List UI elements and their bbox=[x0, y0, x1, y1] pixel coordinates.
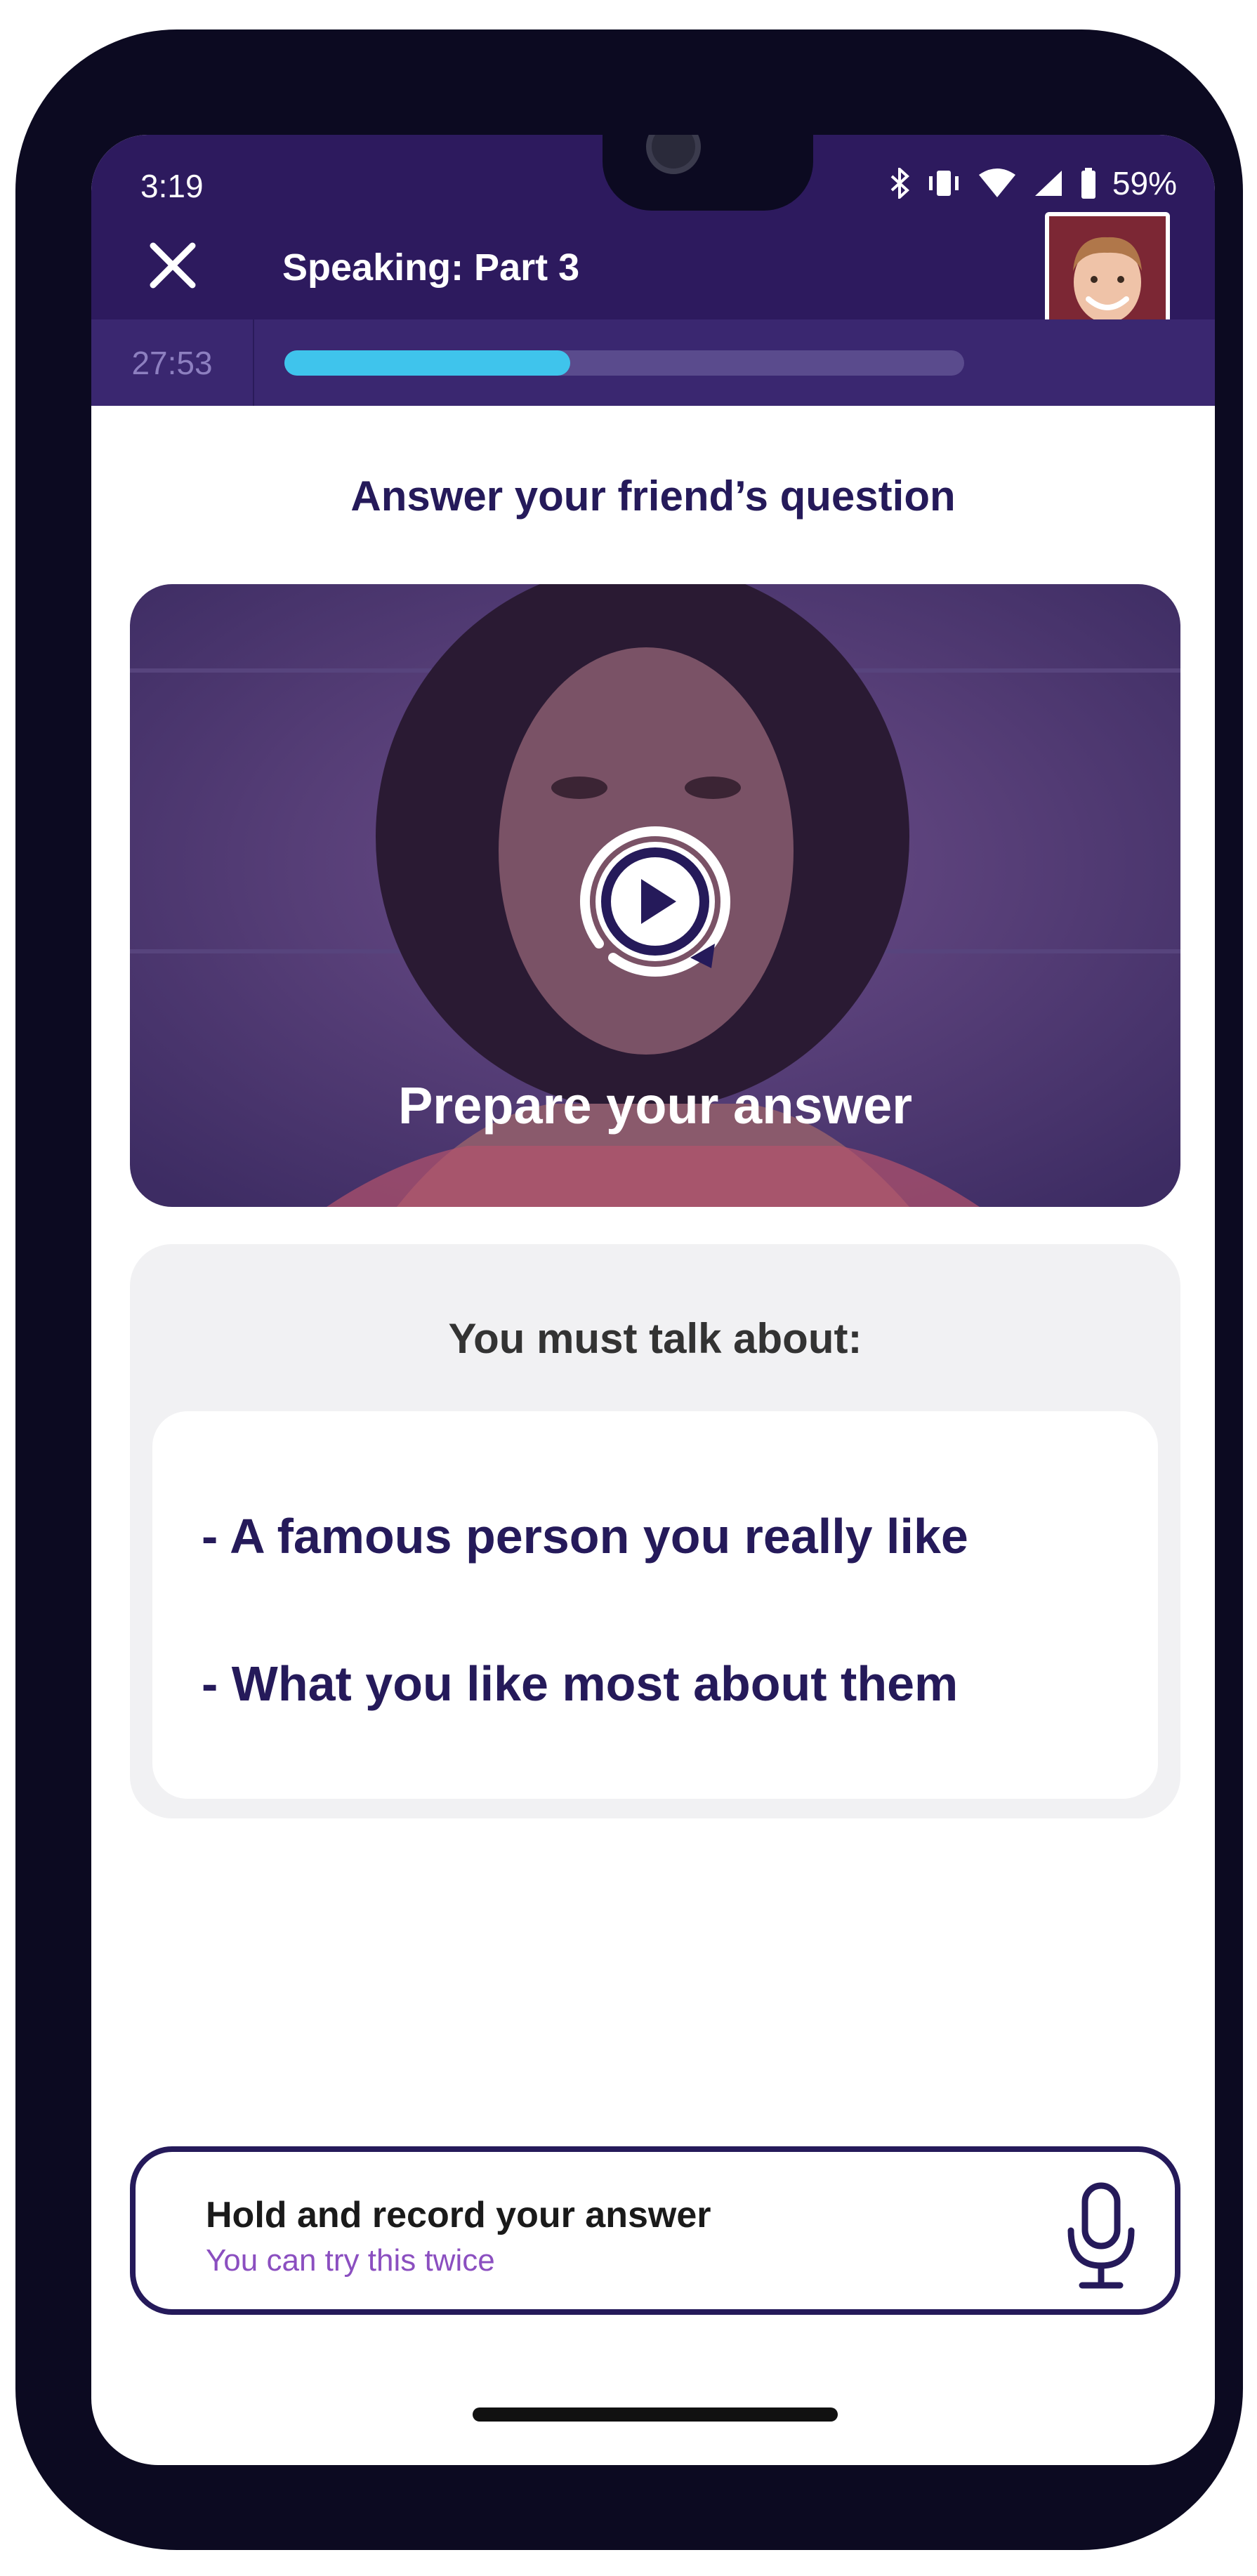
replay-play-button[interactable] bbox=[571, 817, 739, 986]
video-prompt[interactable]: Prepare your answer bbox=[130, 584, 1180, 1207]
battery-percent: 59% bbox=[1112, 165, 1177, 202]
home-indicator[interactable] bbox=[473, 2407, 838, 2422]
record-answer-button[interactable]: Hold and record your answer You can try … bbox=[130, 2146, 1180, 2315]
record-title: Hold and record your answer bbox=[206, 2195, 711, 2235]
topics-card: You must talk about: - A famous person y… bbox=[130, 1244, 1180, 1818]
battery-icon bbox=[1081, 168, 1095, 199]
app-screen: 3:19 59% Speaking: Part 3 27:53 Answer y… bbox=[91, 135, 1215, 2465]
app-header: Speaking: Part 3 bbox=[91, 212, 1215, 372]
progress-row: 27:53 bbox=[91, 319, 1215, 406]
topics-list: - A famous person you really like - What… bbox=[152, 1411, 1158, 1799]
progress-bar-fill bbox=[284, 350, 570, 376]
wifi-icon bbox=[978, 169, 1015, 197]
camera-notch bbox=[603, 135, 813, 211]
close-icon bbox=[150, 242, 196, 289]
front-camera bbox=[646, 135, 701, 174]
microphone-icon bbox=[1067, 2182, 1135, 2289]
page-title: Speaking: Part 3 bbox=[282, 246, 580, 289]
status-time: 3:19 bbox=[140, 168, 204, 204]
topics-heading: You must talk about: bbox=[448, 1315, 862, 1362]
status-icons: 59% bbox=[889, 164, 1177, 202]
record-subtitle: You can try this twice bbox=[206, 2243, 495, 2278]
phone-frame: 3:19 59% Speaking: Part 3 27:53 Answer y… bbox=[15, 29, 1243, 2550]
cellular-signal-icon bbox=[1034, 171, 1062, 196]
list-item: - A famous person you really like bbox=[202, 1509, 968, 1564]
vibrate-icon bbox=[928, 171, 959, 196]
progress-bar bbox=[284, 350, 964, 376]
task-heading: Answer your friend’s question bbox=[350, 473, 956, 520]
bluetooth-icon bbox=[890, 168, 909, 199]
close-button[interactable] bbox=[140, 233, 205, 298]
replay-play-icon bbox=[580, 826, 730, 977]
countdown-timer: 27:53 bbox=[91, 319, 254, 406]
list-item: - What you like most about them bbox=[202, 1656, 959, 1711]
status-bar: 3:19 59% bbox=[91, 135, 1215, 219]
video-label: Prepare your answer bbox=[397, 1076, 913, 1135]
